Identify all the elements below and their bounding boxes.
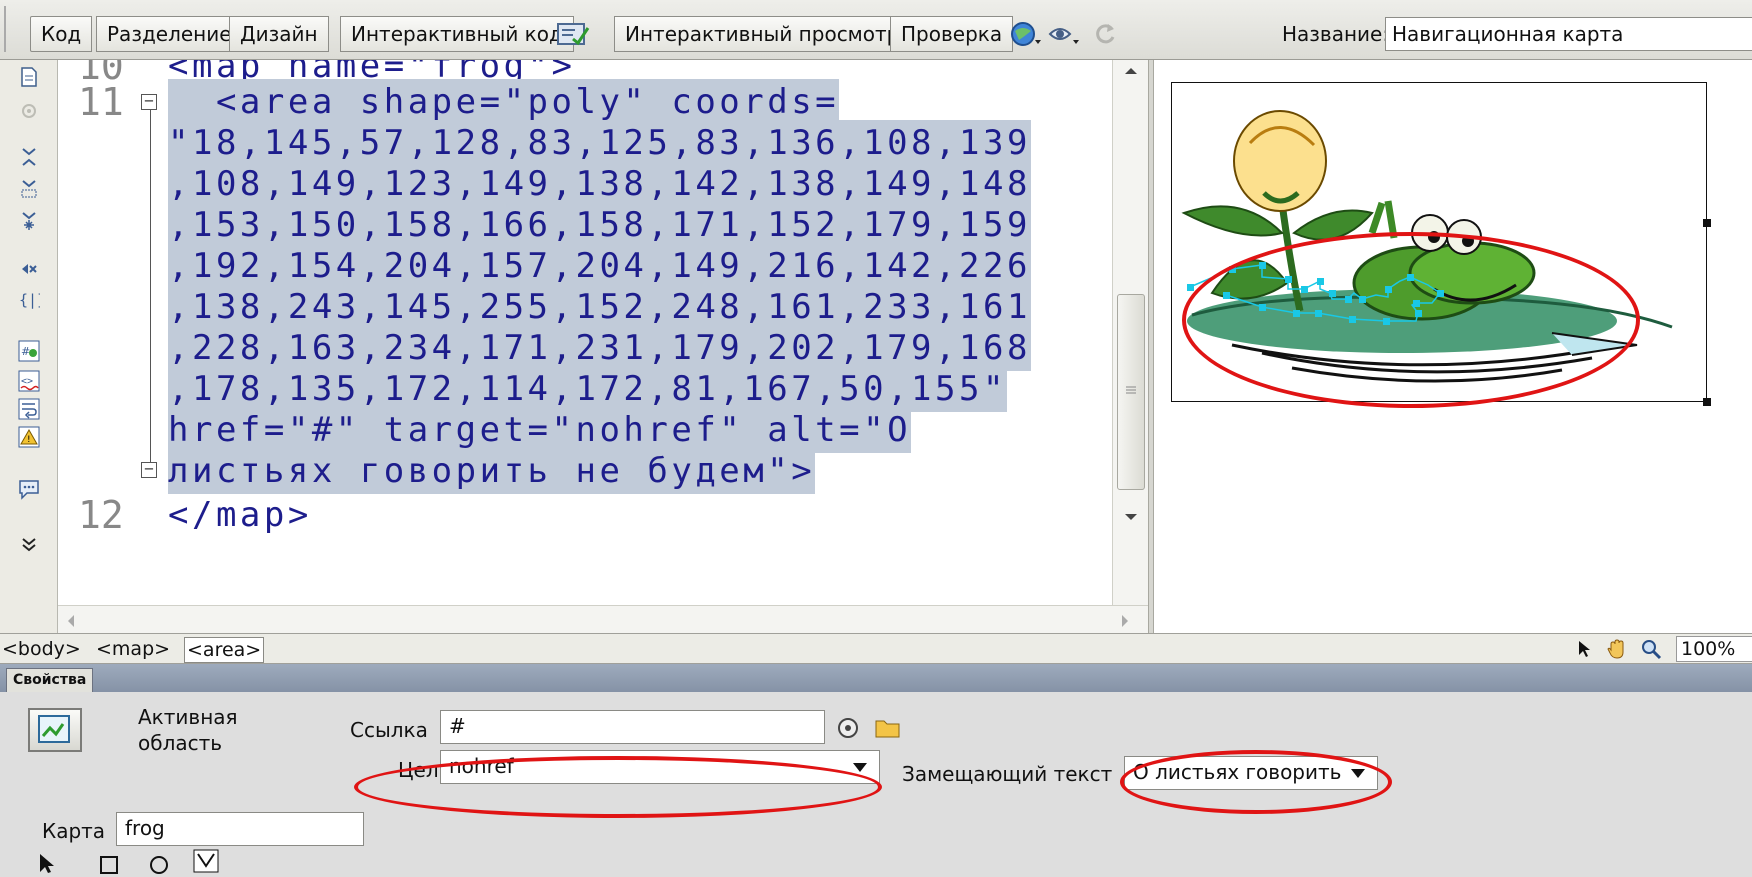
line-numbers-icon[interactable]: # xyxy=(18,340,40,362)
chevron-down-icon xyxy=(1351,769,1365,778)
browse-folder-icon[interactable] xyxy=(874,716,902,740)
code-line[interactable]: <area shape="poly" coords= xyxy=(168,79,840,125)
fold-line xyxy=(150,110,151,462)
properties-tab[interactable]: Свойства xyxy=(6,668,94,692)
expand-all-icon[interactable] xyxy=(18,210,40,232)
code-line[interactable]: ,138,243,145,255,152,248,161,233,161 xyxy=(168,284,1031,330)
code-view[interactable]: 10 11 − − 12 <map name="frog"> <area sha… xyxy=(58,60,1112,633)
svg-text:{|}: {|} xyxy=(19,291,40,309)
resize-handle-icon[interactable] xyxy=(1703,398,1711,406)
highlight-invalid-code-icon[interactable]: <> xyxy=(18,370,40,392)
svg-text:!: ! xyxy=(27,435,31,445)
link-input[interactable]: # xyxy=(440,710,825,744)
fold-marker-icon[interactable]: − xyxy=(141,461,157,478)
circle-hotspot-tool-icon[interactable] xyxy=(146,852,172,874)
tag-map[interactable]: <map> xyxy=(96,637,170,661)
scroll-thumb[interactable] xyxy=(1117,294,1145,490)
hotspot-icon xyxy=(28,708,82,752)
pointer-hotspot-tool-icon[interactable] xyxy=(36,852,56,874)
toolbar-grip xyxy=(4,6,14,52)
map-label: Карта xyxy=(42,819,106,843)
dreamweaver-window: Код Разделение Дизайн Интерактивный код … xyxy=(0,0,1752,877)
code-line[interactable]: ,178,135,172,114,172,81,167,50,155" xyxy=(168,366,1007,412)
select-parent-tag-icon[interactable] xyxy=(18,258,40,280)
tag-area[interactable]: <area> xyxy=(184,637,265,663)
code-line[interactable]: "18,145,57,128,83,125,83,136,108,139 xyxy=(168,120,1031,166)
element-type-line2: область xyxy=(138,731,223,755)
code-vertical-scrollbar[interactable] xyxy=(1112,60,1148,605)
visual-aids-icon[interactable] xyxy=(1048,20,1080,48)
apply-comment-icon[interactable] xyxy=(18,478,40,500)
collapse-selection-icon[interactable] xyxy=(18,178,40,200)
live-view-button[interactable]: Интерактивный просмотр xyxy=(614,16,911,52)
svg-text:#: # xyxy=(21,345,30,358)
scroll-right-icon[interactable] xyxy=(1120,614,1130,628)
polygon-hotspot-tool-icon[interactable] xyxy=(192,848,220,874)
chevron-down-icon xyxy=(853,763,867,772)
code-horizontal-scrollbar[interactable] xyxy=(58,605,1148,633)
split-view-button[interactable]: Разделение xyxy=(96,16,243,52)
page-title-input[interactable]: Навигационная карта xyxy=(1385,17,1752,51)
zoom-level[interactable]: 100% xyxy=(1676,636,1752,662)
inspect-button[interactable]: Проверка xyxy=(890,16,1014,52)
element-type-line1: Активная xyxy=(138,705,238,729)
scroll-left-icon[interactable] xyxy=(66,614,76,628)
code-line[interactable]: ,153,150,158,166,158,171,152,179,159 xyxy=(168,202,1031,248)
frog-image[interactable] xyxy=(1171,82,1711,406)
more-tools-icon[interactable] xyxy=(18,534,40,556)
rectangle-hotspot-tool-icon[interactable] xyxy=(96,852,122,874)
map-name-input[interactable]: frog xyxy=(116,812,364,846)
browser-preview-icon[interactable] xyxy=(1010,20,1042,48)
properties-panel-header: Свойства xyxy=(0,664,1752,692)
frog-on-lily-pad-picture xyxy=(1181,110,1673,383)
document-toolbar: Код Разделение Дизайн Интерактивный код … xyxy=(0,0,1752,60)
target-select[interactable]: nohref xyxy=(440,750,880,784)
code-view-button[interactable]: Код xyxy=(30,16,93,52)
word-wrap-icon[interactable] xyxy=(18,398,40,420)
zoom-tool-icon[interactable] xyxy=(1640,638,1662,660)
syntax-error-alerts-icon[interactable]: ! xyxy=(18,426,40,448)
hand-tool-icon[interactable] xyxy=(1606,638,1628,660)
resize-handle-icon[interactable] xyxy=(1703,219,1711,227)
code-line[interactable]: листьях говорить не будем"> xyxy=(168,448,816,494)
tag-selector: <body> <map> <area> 100% xyxy=(0,633,1752,664)
code-line[interactable]: ,108,149,123,149,138,142,138,149,148 xyxy=(168,161,1031,207)
target-value: nohref xyxy=(449,754,514,778)
live-code-options-icon[interactable] xyxy=(555,20,591,48)
code-line[interactable]: ,192,154,204,157,204,149,216,142,226 xyxy=(168,243,1031,289)
coding-toolbar: {|} # <> ! xyxy=(0,60,58,633)
hotspot-graphic-icon xyxy=(38,715,70,743)
code-line[interactable]: </map> xyxy=(168,492,312,538)
fold-marker-icon[interactable]: − xyxy=(141,93,157,110)
line-gutter: 10 11 − − 12 xyxy=(58,60,164,633)
svg-text:<>: <> xyxy=(21,376,33,387)
alt-text-value: О листьях говорить xyxy=(1133,760,1342,784)
alt-text-label: Замещающий текст xyxy=(902,762,1113,786)
properties-panel: Активная область Ссылка # Цель nohref За… xyxy=(0,692,1752,877)
design-view-button[interactable]: Дизайн xyxy=(229,16,329,52)
tag-body[interactable]: <body> xyxy=(2,637,81,661)
alt-text-combo[interactable]: О листьях говорить xyxy=(1124,756,1378,790)
line-number: 11 xyxy=(78,80,124,124)
select-tool-icon[interactable] xyxy=(1576,640,1592,658)
scroll-up-icon[interactable] xyxy=(1123,66,1139,76)
scroll-grip-icon xyxy=(1126,386,1136,394)
code-line[interactable]: ,228,163,234,171,231,179,202,179,168 xyxy=(168,325,1031,371)
page-title-label: Название: xyxy=(1282,22,1390,46)
related-files-icon[interactable] xyxy=(18,100,40,122)
point-to-file-icon[interactable] xyxy=(836,716,860,740)
code-line[interactable]: href="#" target="nohref" alt="О xyxy=(168,407,912,453)
balance-braces-icon[interactable]: {|} xyxy=(18,288,40,310)
open-documents-icon[interactable] xyxy=(18,66,40,88)
refresh-icon[interactable] xyxy=(1092,20,1118,48)
line-number: 12 xyxy=(78,493,124,537)
collapse-full-tag-icon[interactable] xyxy=(18,146,40,168)
design-view[interactable] xyxy=(1154,60,1752,633)
live-code-button[interactable]: Интерактивный код xyxy=(340,16,574,52)
link-label: Ссылка xyxy=(350,718,428,742)
scroll-down-icon[interactable] xyxy=(1123,512,1139,522)
